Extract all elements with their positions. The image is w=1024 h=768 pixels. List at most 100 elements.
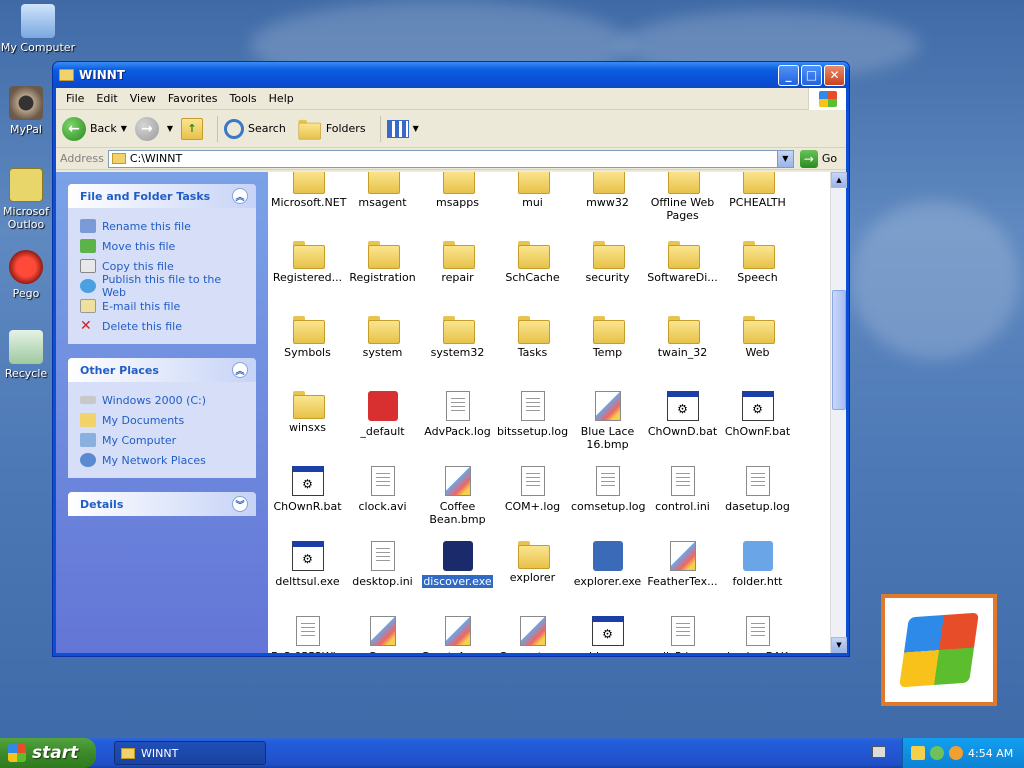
go-button[interactable]: → Go <box>799 149 837 168</box>
file-item[interactable]: Tasks <box>495 316 570 359</box>
place-windows-2000-drive[interactable]: Windows 2000 (C:) <box>80 390 246 410</box>
task-email-file[interactable]: E-mail this file <box>80 296 246 316</box>
scroll-thumb[interactable] <box>832 290 846 410</box>
file-item[interactable]: mww32 <box>570 172 645 209</box>
file-item[interactable]: Coffee Bean.bmp <box>420 466 495 526</box>
menu-help[interactable]: Help <box>263 92 300 105</box>
file-item[interactable]: PCHEALTH <box>720 172 795 209</box>
file-item[interactable]: msagent <box>345 172 420 209</box>
file-item[interactable]: Gone <box>345 616 420 653</box>
place-my-network-places[interactable]: My Network Places <box>80 450 246 470</box>
menu-tools[interactable]: Tools <box>224 92 263 105</box>
file-item[interactable]: ⚙ hh.exe <box>570 616 645 653</box>
file-item[interactable]: msapps <box>420 172 495 209</box>
file-folder-tasks-header[interactable]: File and Folder Tasks ︽ <box>68 184 256 208</box>
title-bar[interactable]: WINNT _ □ ✕ <box>53 62 849 88</box>
maximize-button[interactable]: □ <box>801 64 822 86</box>
file-item[interactable]: twain_32 <box>645 316 720 359</box>
file-item[interactable]: control.ini <box>645 466 720 513</box>
file-item[interactable]: desktop.ini <box>345 541 420 588</box>
collapse-chevron-icon[interactable]: ︽ <box>232 188 248 204</box>
menu-view[interactable]: View <box>124 92 162 105</box>
file-item[interactable]: system <box>345 316 420 359</box>
task-move-file[interactable]: Move this file <box>80 236 246 256</box>
back-dropdown-icon[interactable]: ▼ <box>121 124 127 133</box>
file-item[interactable]: FeatherTex... <box>645 541 720 588</box>
file-item[interactable]: bitssetup.log <box>495 391 570 438</box>
close-button[interactable]: ✕ <box>824 64 845 86</box>
task-delete-file[interactable]: ✕ Delete this file <box>80 316 246 336</box>
folders-button[interactable]: Folders <box>294 116 366 142</box>
network-status-icon[interactable] <box>930 746 944 760</box>
security-shield-icon[interactable] <box>911 746 925 760</box>
forward-button[interactable]: → ▼ <box>134 116 173 141</box>
search-tray-icon[interactable] <box>949 746 963 760</box>
details-header[interactable]: Details ︾ <box>68 492 256 516</box>
file-item[interactable]: Greenston... <box>495 616 570 653</box>
menu-favorites[interactable]: Favorites <box>162 92 224 105</box>
vertical-scrollbar[interactable]: ▲ ▼ <box>830 172 847 653</box>
forward-dropdown-icon[interactable]: ▼ <box>167 124 173 133</box>
file-item[interactable]: explorer.exe <box>570 541 645 588</box>
file-item[interactable]: mui <box>495 172 570 209</box>
file-item[interactable]: ⚙ ChOwnR.bat <box>270 466 345 513</box>
file-item[interactable]: Blue Lace 16.bmp <box>570 391 645 451</box>
file-item[interactable]: Registered... <box>270 241 345 284</box>
file-item[interactable]: Microsoft.NET <box>270 172 346 209</box>
place-my-computer[interactable]: My Computer <box>80 430 246 450</box>
address-input[interactable]: C:\WINNT ▼ <box>107 149 794 168</box>
taskbar-item-winnt[interactable]: WINNT <box>114 741 266 765</box>
task-publish-file[interactable]: Publish this file to the Web <box>80 273 246 299</box>
scroll-down-button[interactable]: ▼ <box>831 637 847 653</box>
file-item[interactable]: SoftwareDi... <box>645 241 720 284</box>
file-item[interactable]: Fx3.05P2Wi... <box>270 616 346 653</box>
collapse-chevron-icon[interactable]: ︽ <box>232 362 248 378</box>
address-dropdown-icon[interactable]: ▼ <box>776 150 793 167</box>
file-item[interactable]: Symbols <box>270 316 345 359</box>
expand-chevron-icon[interactable]: ︾ <box>232 496 248 512</box>
document-icon <box>595 466 620 496</box>
file-item[interactable]: Registration <box>345 241 420 284</box>
other-places-header[interactable]: Other Places ︽ <box>68 358 256 382</box>
file-item[interactable]: explorer <box>495 541 570 584</box>
file-item[interactable]: folder.htt <box>720 541 795 588</box>
file-item[interactable]: Web <box>720 316 795 359</box>
place-my-documents[interactable]: My Documents <box>80 410 246 430</box>
search-icon <box>224 118 245 139</box>
menu-file[interactable]: File <box>60 92 90 105</box>
menu-edit[interactable]: Edit <box>90 92 123 105</box>
scroll-up-button[interactable]: ▲ <box>831 172 847 188</box>
file-item[interactable]: discover.exe <box>420 541 495 588</box>
start-button[interactable]: start <box>0 738 96 768</box>
file-item[interactable]: ⚙ ChOwnF.bat <box>720 391 795 438</box>
search-button[interactable]: Search <box>224 118 286 139</box>
keyboard-icon[interactable] <box>872 746 886 758</box>
file-item[interactable]: dasetup.log <box>720 466 795 513</box>
file-item[interactable]: Grant_Acce... <box>420 616 495 653</box>
file-item[interactable]: iis5.log <box>645 616 720 653</box>
file-item[interactable]: comsetup.log <box>570 466 646 513</box>
file-item[interactable]: security <box>570 241 645 284</box>
task-rename-file[interactable]: Rename this file <box>80 216 246 236</box>
minimize-button[interactable]: _ <box>778 64 799 86</box>
file-item[interactable]: Offline Web Pages <box>645 172 720 222</box>
clock[interactable]: 4:54 AM <box>968 747 1013 760</box>
file-item[interactable]: _default <box>345 391 420 438</box>
file-item[interactable]: repair <box>420 241 495 284</box>
back-button[interactable]: ← Back ▼ <box>62 116 127 141</box>
views-button[interactable]: ▼ <box>386 119 419 138</box>
file-item[interactable]: ⚙ ChOwnD.bat <box>645 391 720 438</box>
up-button[interactable]: ↑ <box>181 117 204 140</box>
file-item[interactable]: Temp <box>570 316 645 359</box>
file-item[interactable]: imsins.BAK <box>720 616 795 653</box>
file-item[interactable]: ⚙ delttsul.exe <box>270 541 345 588</box>
file-item[interactable]: SchCache <box>495 241 570 284</box>
file-item[interactable]: Speech <box>720 241 795 284</box>
file-item[interactable]: COM+.log <box>495 466 570 513</box>
file-item[interactable]: AdvPack.log <box>420 391 495 438</box>
file-item[interactable]: clock.avi <box>345 466 420 513</box>
file-item[interactable]: system32 <box>420 316 495 359</box>
file-item[interactable]: winsxs <box>270 391 345 434</box>
back-arrow-icon: ← <box>62 116 86 141</box>
desktop-icon-my-computer[interactable]: My Computer <box>0 4 78 54</box>
